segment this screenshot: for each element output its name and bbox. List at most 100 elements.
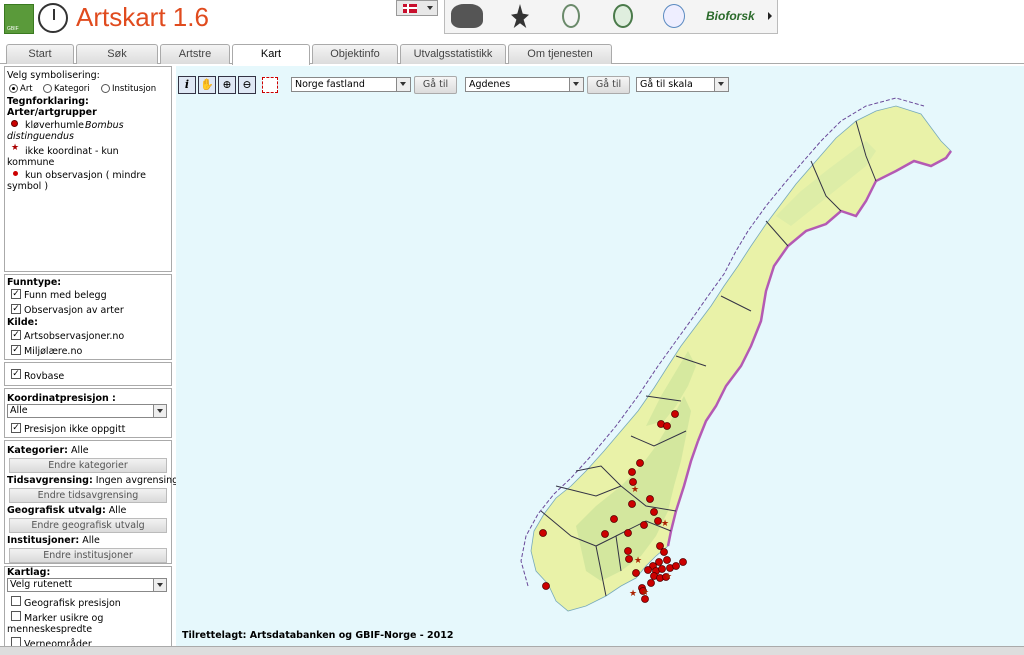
observation-point — [646, 495, 654, 503]
artsobservasjoner-checkbox[interactable]: ✓ — [11, 330, 21, 340]
tab-start[interactable]: Start — [6, 44, 74, 64]
red-circle-icon — [11, 120, 18, 127]
map-view[interactable]: ★ ★ ★ ★ ★ ★ i ✋ ⊕ ⊖ Norge fastland Gå ti… — [176, 66, 1024, 646]
legend-species-latin: Bombus — [85, 120, 124, 131]
marker-usikre-checkbox[interactable] — [11, 611, 21, 621]
koordinat-panel: Koordinatpresisjon : Alle ✓ Presisjon ik… — [4, 388, 172, 438]
danish-flag-icon — [403, 4, 417, 13]
radio-art[interactable] — [9, 84, 18, 93]
kommune-star: ★ — [641, 588, 649, 598]
observasjon-checkbox[interactable]: ✓ — [11, 304, 21, 314]
presisjon-checkbox[interactable]: ✓ — [11, 423, 21, 433]
horizontal-scrollbar[interactable] — [0, 646, 1024, 655]
source-panel: Funntype: ✓ Funn med belegg ✓ Observasjo… — [4, 274, 172, 360]
kategorier-value: Alle — [70, 445, 89, 456]
tab-bar: Start Søk Artstre Kart Objektinfo Utvalg… — [0, 42, 1024, 65]
endre-tidsavgrensing-button[interactable]: Endre tidsavgrensing — [9, 488, 167, 503]
scroll-right-icon[interactable] — [768, 12, 772, 20]
go-region-button[interactable]: Gå til — [414, 76, 457, 94]
radio-kategori[interactable] — [43, 84, 52, 93]
observation-point — [679, 558, 687, 566]
legend-obs-2: symbol ) — [7, 181, 49, 192]
geografisk-presisjon-checkbox[interactable] — [11, 596, 21, 606]
partner-logo-2[interactable] — [511, 4, 529, 28]
region-select[interactable]: Norge fastland — [291, 77, 411, 92]
marker-usikre-label: Marker usikre og — [24, 613, 104, 624]
rutenett-value: Velg rutenett — [10, 579, 73, 590]
tab-kart[interactable]: Kart — [232, 44, 310, 65]
zoom-out-icon[interactable]: ⊖ — [238, 76, 256, 94]
bioforsk-logo[interactable]: Bioforsk — [706, 9, 755, 23]
scale-select[interactable]: Gå til skala — [636, 77, 729, 92]
legend-title: Tegnforklaring: — [7, 96, 89, 107]
legend-subtitle: Arter/artgrupper — [7, 107, 97, 118]
legend-species-name: kløverhumle — [25, 120, 84, 131]
koordinat-select[interactable]: Alle — [7, 404, 167, 418]
artsobservasjoner-label: Artsobservasjoner.no — [24, 331, 125, 342]
kategorier-row: Kategorier: Alle — [7, 445, 89, 456]
observation-point — [628, 468, 636, 476]
observation-point — [542, 582, 550, 590]
gbif-logo[interactable]: GBIF — [4, 4, 34, 34]
region-select-value: Norge fastland — [295, 79, 365, 90]
legend-kommune-1: ikke koordinat - kun — [25, 146, 119, 157]
pan-hand-icon[interactable]: ✋ — [198, 76, 216, 94]
observation-point — [663, 422, 671, 430]
funn-med-belegg-label: Funn med belegg — [24, 290, 107, 301]
partner-logo-1[interactable] — [451, 4, 483, 28]
tab-om-tjenesten[interactable]: Om tjenesten — [508, 44, 612, 64]
endre-kategorier-button[interactable]: Endre kategorier — [9, 458, 167, 473]
tid-value: Ingen avgrensing — [95, 475, 179, 486]
tid-row: Tidsavgrensing: Ingen avgrensing — [7, 475, 178, 486]
presisjon-label: Presisjon ikke oppgitt — [24, 424, 126, 435]
miljolaere-checkbox[interactable]: ✓ — [11, 345, 21, 355]
endre-institusjoner-button[interactable]: Endre institusjoner — [9, 548, 167, 563]
koordinat-label: Koordinatpresisjon : — [7, 393, 116, 404]
observation-point — [628, 500, 636, 508]
legend-kommune-2: kommune — [7, 157, 55, 168]
kommune-star: ★ — [664, 572, 672, 582]
small-red-dot-icon — [13, 171, 18, 176]
observation-point — [625, 555, 633, 563]
partner-logo-4[interactable] — [613, 4, 633, 28]
tab-artstre[interactable]: Artstre — [160, 44, 230, 64]
funntype-label: Funntype: — [7, 277, 62, 288]
partner-logo-5[interactable] — [663, 4, 685, 28]
observation-point — [624, 529, 632, 537]
municipality-select[interactable]: Agdenes — [465, 77, 584, 92]
radio-institusjon[interactable] — [101, 84, 110, 93]
tab-utvalgsstatistikk[interactable]: Utvalgsstatistikk — [400, 44, 506, 64]
language-selector[interactable] — [396, 0, 438, 16]
endre-geografisk-button[interactable]: Endre geografisk utvalg — [9, 518, 167, 533]
tab-objektinfo[interactable]: Objektinfo — [312, 44, 398, 64]
chevron-down-icon — [427, 6, 433, 10]
sidebar: Velg symbolisering: Art Kategori Institu… — [4, 66, 178, 655]
zoom-in-icon[interactable]: ⊕ — [218, 76, 236, 94]
observation-point — [601, 530, 609, 538]
rovbase-checkbox[interactable]: ✓ — [11, 369, 21, 379]
select-area-icon[interactable] — [262, 77, 278, 93]
municipality-select-value: Agdenes — [469, 79, 511, 90]
rovbase-panel: ✓ Rovbase — [4, 362, 172, 386]
info-tool-icon[interactable]: i — [178, 76, 196, 94]
go-municipality-button[interactable]: Gå til — [587, 76, 630, 94]
rutenett-select[interactable]: Velg rutenett — [7, 578, 167, 592]
chevron-down-icon — [714, 78, 728, 91]
scale-select-value: Gå til skala — [640, 79, 693, 90]
observation-point — [647, 579, 655, 587]
app-title: Artskart 1.6 — [76, 2, 209, 32]
inst-row: Institusjoner: Alle — [7, 535, 100, 546]
funn-med-belegg-checkbox[interactable]: ✓ — [11, 289, 21, 299]
partner-logo-3[interactable] — [562, 4, 580, 28]
observation-point — [672, 562, 680, 570]
geografisk-presisjon-label: Geografisk presisjon — [24, 598, 121, 609]
norway-map[interactable]: ★ ★ ★ ★ ★ ★ — [176, 66, 1024, 646]
kartlag-label: Kartlag: — [7, 567, 51, 578]
legend-panel: Velg symbolisering: Art Kategori Institu… — [4, 66, 172, 272]
tab-sok[interactable]: Søk — [76, 44, 158, 64]
filters-panel: Kategorier: Alle Endre kategorier Tidsav… — [4, 440, 178, 564]
tid-label: Tidsavgrensing: — [7, 475, 93, 486]
observation-point — [650, 508, 658, 516]
observation-point — [640, 521, 648, 529]
geo-label: Geografisk utvalg: — [7, 505, 106, 516]
